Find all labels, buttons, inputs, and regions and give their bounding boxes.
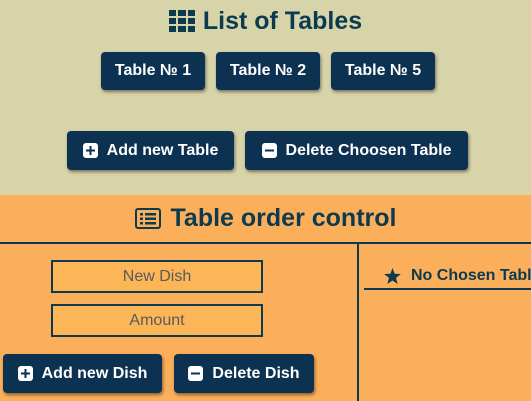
delete-table-button[interactable]: Delete Choosen Table bbox=[245, 131, 468, 170]
chosen-table-status: No Chosen Table bbox=[364, 263, 531, 290]
table-button-label: Table № 5 bbox=[344, 62, 422, 79]
th-grid-icon bbox=[168, 10, 195, 32]
plus-square-icon bbox=[82, 143, 98, 158]
plus-square-icon bbox=[17, 366, 33, 381]
order-control-title: Table order control bbox=[170, 204, 397, 232]
chosen-table-label: No Chosen Table bbox=[411, 266, 531, 284]
star-icon bbox=[384, 267, 401, 284]
table-button-label: Table № 1 bbox=[114, 62, 192, 79]
list-alt-icon bbox=[134, 208, 161, 229]
delete-dish-button[interactable]: Delete Dish bbox=[174, 354, 314, 393]
tables-header: List of Tables bbox=[0, 4, 531, 38]
table-button-label: Table № 2 bbox=[229, 62, 307, 79]
new-dish-input[interactable] bbox=[51, 260, 263, 293]
table-button-5[interactable]: Table № 5 bbox=[331, 52, 435, 90]
delete-dish-label: Delete Dish bbox=[212, 364, 300, 382]
add-dish-button[interactable]: Add new Dish bbox=[3, 354, 162, 393]
add-table-label: Add new Table bbox=[106, 141, 219, 159]
minus-square-icon bbox=[188, 366, 204, 381]
table-button-2[interactable]: Table № 2 bbox=[216, 52, 320, 90]
order-control-header: Table order control bbox=[0, 195, 531, 244]
panel-divider bbox=[357, 244, 359, 401]
tables-title: List of Tables bbox=[202, 6, 363, 35]
minus-square-icon bbox=[261, 143, 277, 158]
add-dish-label: Add new Dish bbox=[41, 364, 148, 382]
add-table-button[interactable]: Add new Table bbox=[67, 131, 234, 170]
table-button-1[interactable]: Table № 1 bbox=[101, 52, 205, 90]
amount-input[interactable] bbox=[51, 304, 263, 337]
delete-table-label: Delete Choosen Table bbox=[285, 141, 452, 159]
